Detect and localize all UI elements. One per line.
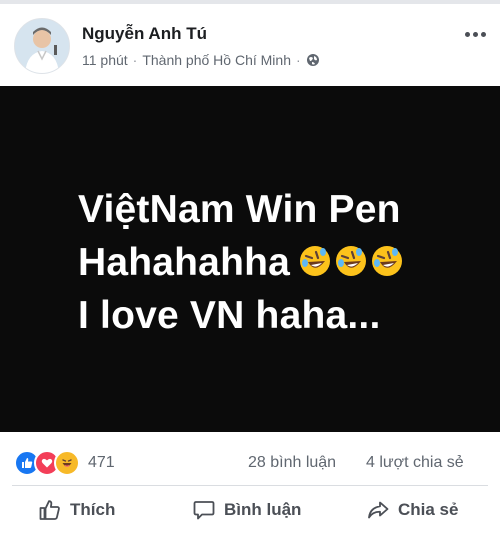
comment-label: Bình luận bbox=[224, 500, 302, 519]
reaction-summary[interactable]: 471 bbox=[14, 450, 115, 476]
more-dots-icon[interactable] bbox=[465, 32, 486, 37]
avatar[interactable] bbox=[14, 18, 70, 74]
post-stats: 471 28 bình luận 4 lượt chia sẻ bbox=[0, 440, 500, 484]
comments-count[interactable]: 28 bình luận bbox=[248, 454, 336, 472]
like-label: Thích bbox=[70, 500, 116, 519]
thumbs-up-icon bbox=[39, 500, 60, 520]
meta-separator-2: · bbox=[295, 52, 301, 68]
globe-icon[interactable] bbox=[306, 53, 320, 67]
divider bbox=[12, 485, 488, 486]
author-name[interactable]: Nguyễn Anh Tú bbox=[82, 24, 207, 44]
rolling-laugh-emoji-icon bbox=[300, 245, 330, 276]
post-meta: 11 phút · Thành phố Hồ Chí Minh · bbox=[82, 52, 320, 68]
post-location[interactable]: Thành phố Hồ Chí Minh bbox=[142, 52, 291, 68]
reaction-count: 471 bbox=[88, 454, 115, 471]
post-image[interactable]: ViệtNam Win Pen Hahahahha I love VN haha… bbox=[0, 86, 500, 432]
comment-bubble-icon bbox=[193, 501, 215, 520]
post-line-2-wrapper: Hahahahha bbox=[78, 236, 404, 289]
post-line-2: Hahahahha bbox=[77, 240, 290, 284]
shares-count[interactable]: 4 lượt chia sẻ bbox=[366, 454, 464, 472]
meta-separator: · bbox=[132, 52, 138, 68]
rolling-laugh-emoji-icon bbox=[336, 245, 366, 276]
emoji-group bbox=[298, 244, 404, 278]
post-text: ViệtNam Win Pen Hahahahha I love VN haha… bbox=[78, 183, 404, 342]
share-label: Chia sẻ bbox=[398, 500, 459, 519]
haha-reaction-icon bbox=[54, 450, 80, 476]
rolling-laugh-emoji-icon bbox=[372, 245, 402, 276]
action-bar: Thích Bình luận Chia sẻ bbox=[0, 492, 500, 538]
share-button[interactable]: Chia sẻ bbox=[366, 498, 458, 522]
comment-button[interactable]: Bình luận bbox=[192, 498, 301, 522]
like-button[interactable]: Thích bbox=[38, 498, 115, 522]
post-line-1: ViệtNam Win Pen bbox=[77, 187, 401, 231]
share-arrow-icon bbox=[368, 501, 389, 519]
post-header: Nguyễn Anh Tú 11 phút · Thành phố Hồ Chí… bbox=[0, 4, 500, 86]
post-time[interactable]: 11 phút bbox=[82, 52, 128, 68]
post-line-3: I love VN haha... bbox=[77, 293, 381, 337]
